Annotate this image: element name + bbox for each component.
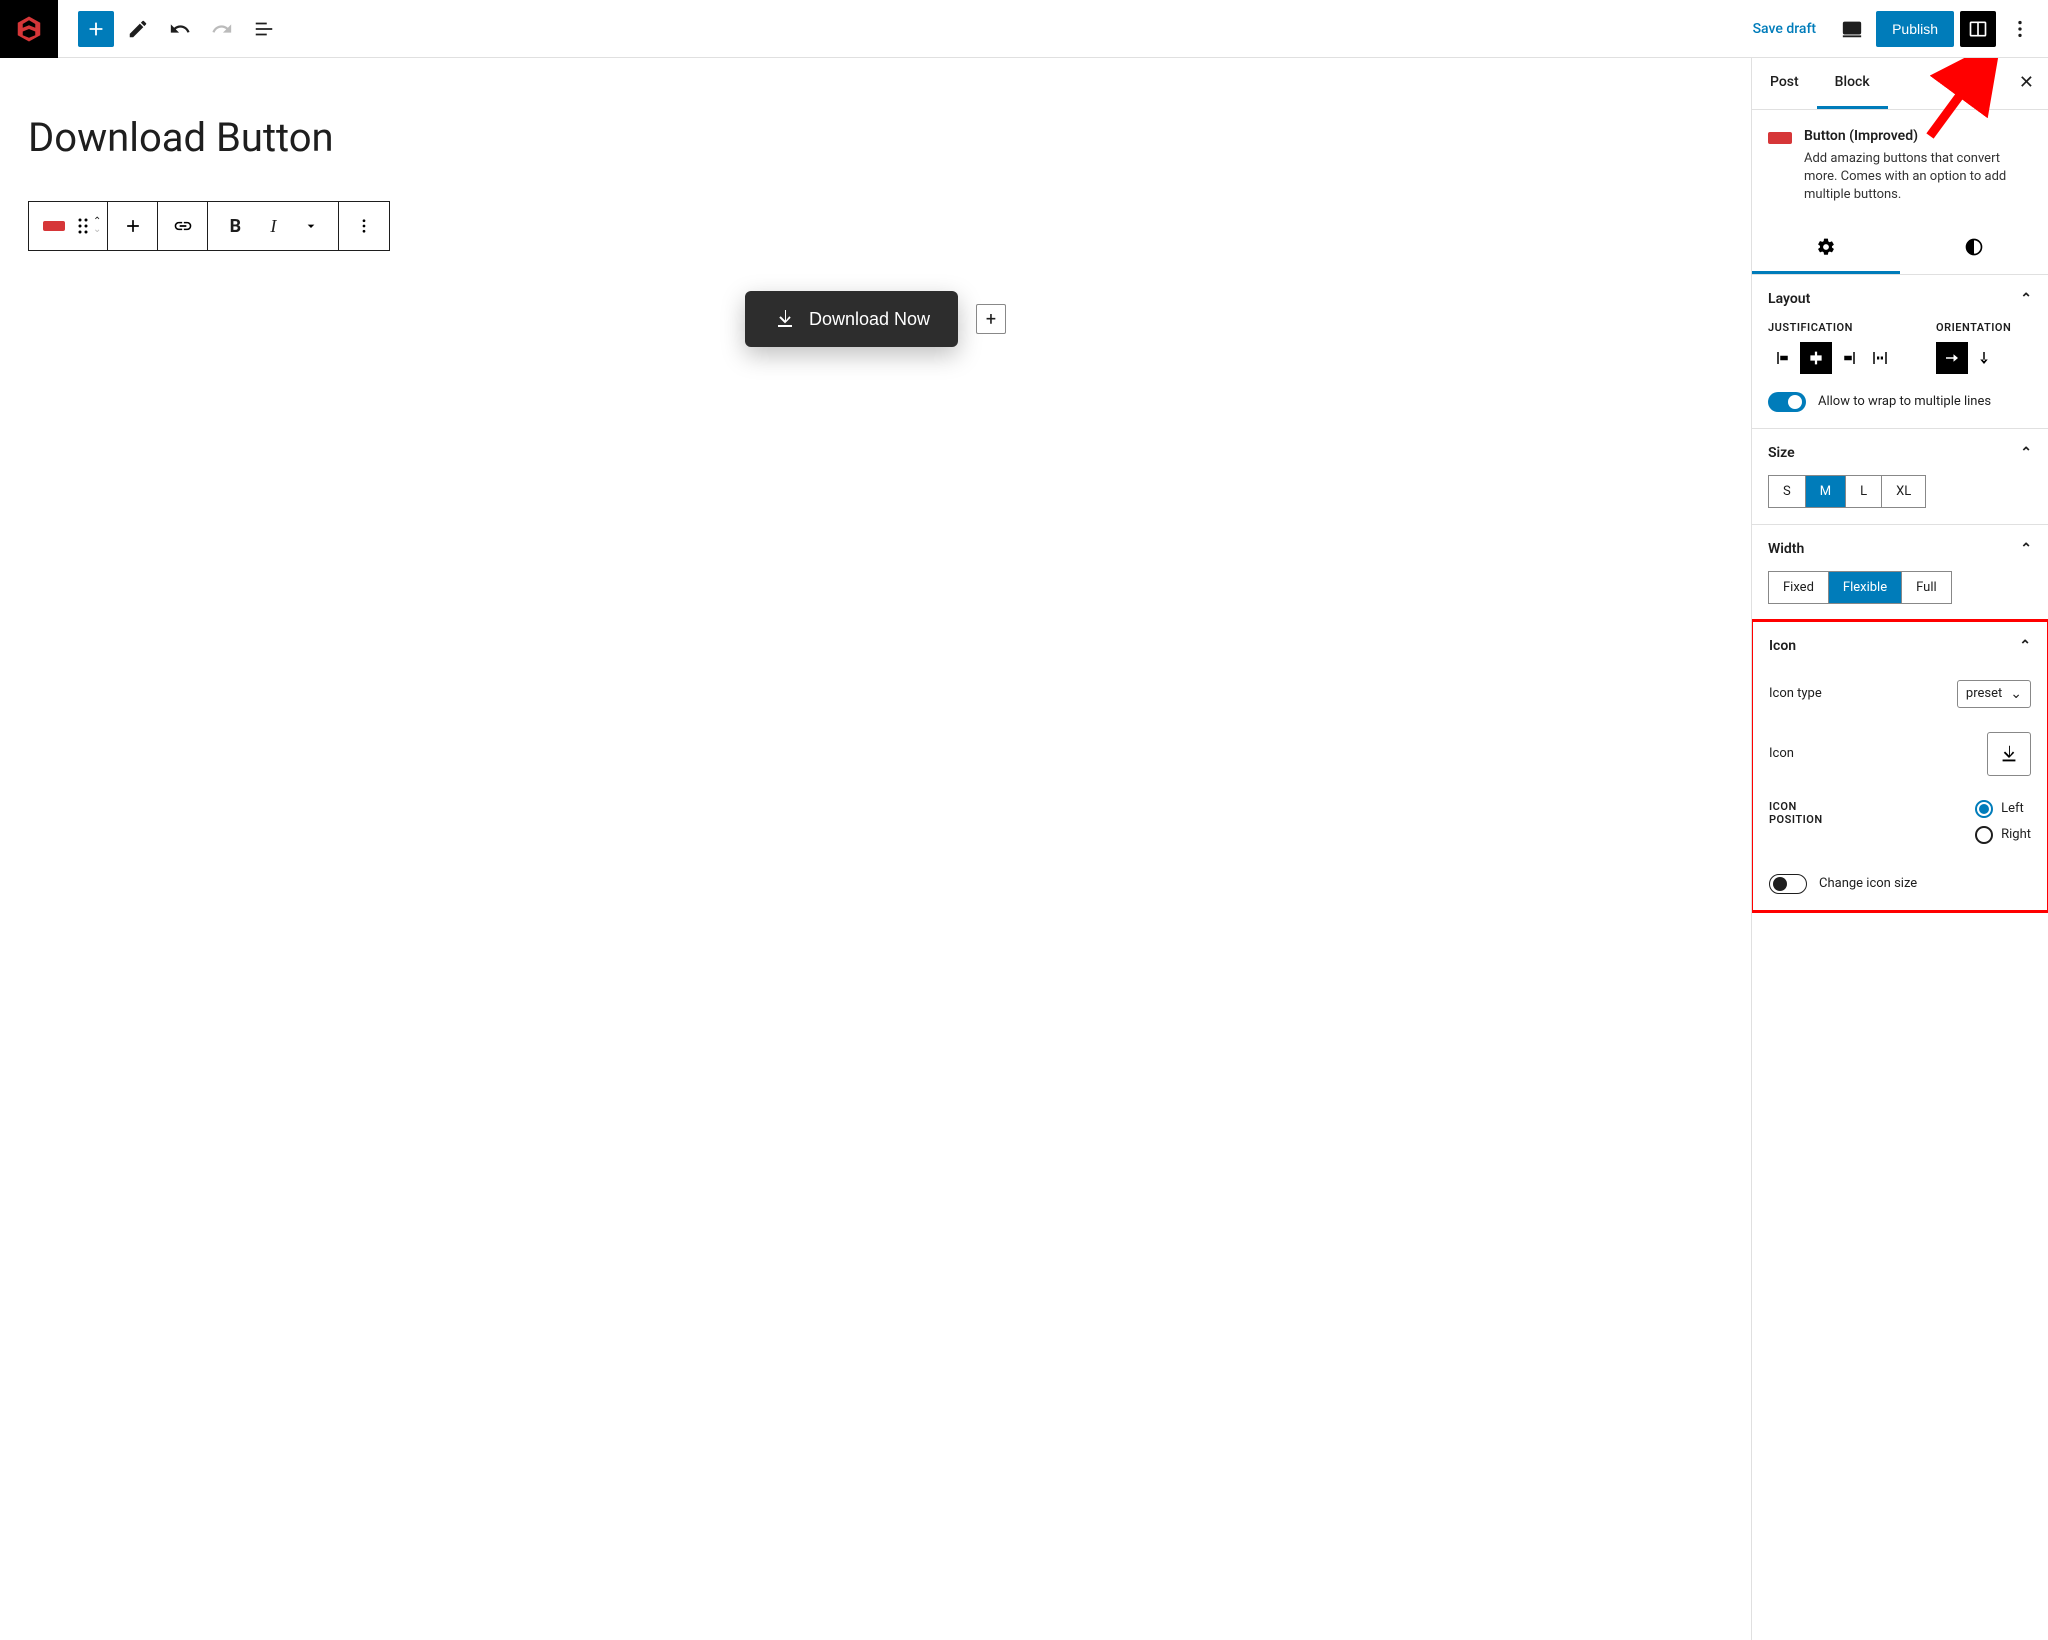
publish-button[interactable]: Publish: [1876, 11, 1954, 47]
justify-left-button[interactable]: [1768, 342, 1800, 374]
gear-icon: [1816, 237, 1836, 257]
justification-label: JUSTIFICATION: [1768, 321, 1896, 334]
app-logo[interactable]: [0, 0, 58, 58]
contrast-icon: [1964, 237, 1984, 257]
undo-button[interactable]: [162, 11, 198, 47]
download-icon: [773, 307, 797, 331]
icon-pos-right-radio[interactable]: Right: [1975, 826, 2031, 844]
width-flexible[interactable]: Flexible: [1829, 572, 1902, 603]
block-description: Add amazing buttons that convert more. C…: [1804, 150, 2032, 205]
add-button-after[interactable]: +: [976, 304, 1006, 334]
icon-type-select[interactable]: preset ⌄: [1957, 680, 2031, 708]
justify-center-button[interactable]: [1800, 342, 1832, 374]
icon-type-label: Icon type: [1769, 686, 1822, 701]
size-group: S M L XL: [1768, 475, 1926, 508]
panel-size-toggle[interactable]: Size⌃: [1768, 445, 2032, 461]
size-s[interactable]: S: [1769, 476, 1806, 507]
block-type-icon[interactable]: [35, 202, 73, 250]
wrap-toggle[interactable]: [1768, 392, 1806, 412]
block-more-button[interactable]: [339, 202, 389, 250]
more-options-button[interactable]: [2002, 11, 2038, 47]
icon-size-toggle[interactable]: [1769, 874, 1807, 894]
panel-layout-toggle[interactable]: Layout⌃: [1768, 291, 2032, 307]
orient-vertical-button[interactable]: [1968, 342, 2000, 374]
wrap-label: Allow to wrap to multiple lines: [1818, 394, 1991, 409]
page-title[interactable]: Download Button: [28, 114, 1723, 161]
block-name: Button (Improved): [1804, 128, 2032, 144]
settings-panel-toggle[interactable]: [1960, 11, 1996, 47]
chevron-up-icon: ⌃: [2020, 445, 2032, 461]
chevron-down-icon: ⌄: [2010, 686, 2022, 702]
justify-space-button[interactable]: [1864, 342, 1896, 374]
width-full[interactable]: Full: [1902, 572, 1951, 603]
tab-post[interactable]: Post: [1752, 58, 1817, 109]
size-xl[interactable]: XL: [1882, 476, 1925, 507]
download-icon: [1998, 743, 2020, 765]
radio-checked-icon: [1975, 800, 1993, 818]
subtab-settings[interactable]: [1752, 223, 1900, 274]
align-button[interactable]: [108, 202, 158, 250]
radio-unchecked-icon: [1975, 826, 1993, 844]
icon-size-label: Change icon size: [1819, 876, 1917, 891]
edit-mode-button[interactable]: [120, 11, 156, 47]
size-m[interactable]: M: [1806, 476, 1846, 507]
chevron-up-icon: ⌃: [2020, 541, 2032, 557]
add-block-button[interactable]: [78, 11, 114, 47]
close-sidebar-button[interactable]: ✕: [2019, 72, 2034, 93]
justify-right-button[interactable]: [1832, 342, 1864, 374]
italic-button[interactable]: I: [254, 202, 292, 250]
chevron-up-icon: ⌃: [2020, 291, 2032, 307]
save-draft-button[interactable]: Save draft: [1741, 13, 1829, 45]
move-arrows[interactable]: ⌃ ⌄: [93, 218, 101, 234]
panel-icon-toggle[interactable]: Icon⌃: [1769, 638, 2031, 654]
redo-button[interactable]: [204, 11, 240, 47]
download-button-label: Download Now: [809, 309, 930, 330]
icon-pos-left-radio[interactable]: Left: [1975, 800, 2031, 818]
size-l[interactable]: L: [1846, 476, 1882, 507]
block-icon: [1768, 132, 1792, 144]
drag-handle-icon[interactable]: [73, 202, 93, 250]
move-down-icon[interactable]: ⌄: [93, 226, 101, 234]
link-button[interactable]: [158, 202, 208, 250]
chevron-up-icon: ⌃: [2019, 638, 2031, 654]
orient-horizontal-button[interactable]: [1936, 342, 1968, 374]
width-fixed[interactable]: Fixed: [1769, 572, 1829, 603]
preview-button[interactable]: [1834, 11, 1870, 47]
panel-width-toggle[interactable]: Width⌃: [1768, 541, 2032, 557]
subtab-styles[interactable]: [1900, 223, 2048, 274]
width-group: Fixed Flexible Full: [1768, 571, 1952, 604]
more-text-button[interactable]: [292, 202, 330, 250]
orientation-label: ORIENTATION: [1936, 321, 2011, 334]
icon-picker-button[interactable]: [1987, 732, 2031, 776]
icon-label: Icon: [1769, 746, 1794, 761]
block-toolbar: ⌃ ⌄ B I: [28, 201, 390, 251]
document-outline-button[interactable]: [246, 11, 282, 47]
tab-block[interactable]: Block: [1817, 58, 1888, 109]
icon-position-label: ICON POSITION: [1769, 800, 1849, 826]
download-button[interactable]: Download Now: [745, 291, 958, 347]
bold-button[interactable]: B: [216, 202, 254, 250]
